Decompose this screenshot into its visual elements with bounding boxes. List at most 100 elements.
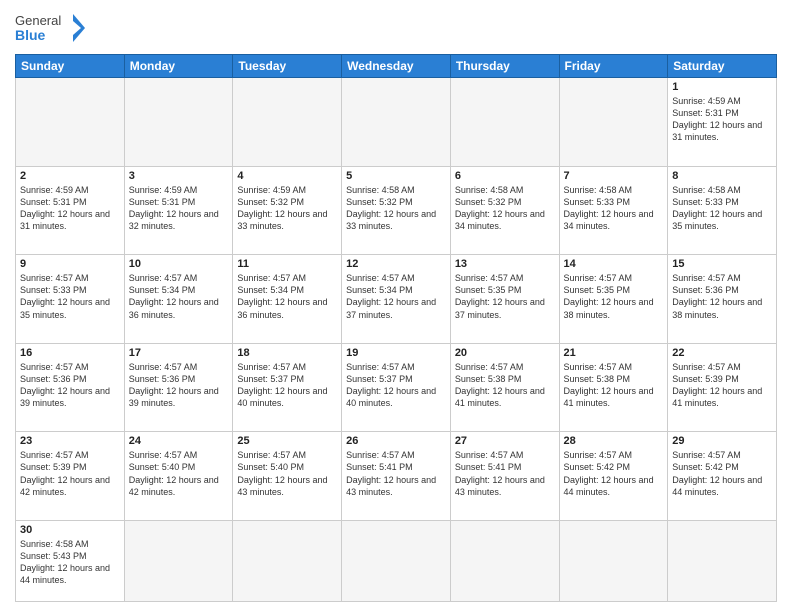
- day-info: Sunrise: 4:57 AM Sunset: 5:36 PM Dayligh…: [20, 361, 120, 410]
- calendar-cell: 22 Sunrise: 4:57 AM Sunset: 5:39 PM Dayli…: [668, 343, 777, 432]
- calendar-cell: 30 Sunrise: 4:58 AM Sunset: 5:43 PM Dayli…: [16, 520, 125, 601]
- weekday-header-saturday: Saturday: [668, 55, 777, 78]
- day-info: Sunrise: 4:58 AM Sunset: 5:33 PM Dayligh…: [672, 184, 772, 233]
- calendar-cell: 13 Sunrise: 4:57 AM Sunset: 5:35 PM Dayli…: [450, 255, 559, 344]
- day-number: 7: [564, 170, 664, 182]
- day-info: Sunrise: 4:57 AM Sunset: 5:41 PM Dayligh…: [346, 449, 446, 498]
- day-info: Sunrise: 4:58 AM Sunset: 5:32 PM Dayligh…: [346, 184, 446, 233]
- calendar-cell: [124, 520, 233, 601]
- day-number: 18: [237, 347, 337, 359]
- day-info: Sunrise: 4:57 AM Sunset: 5:37 PM Dayligh…: [237, 361, 337, 410]
- calendar-cell: 12 Sunrise: 4:57 AM Sunset: 5:34 PM Dayli…: [342, 255, 451, 344]
- day-info: Sunrise: 4:57 AM Sunset: 5:38 PM Dayligh…: [455, 361, 555, 410]
- day-number: 24: [129, 435, 229, 447]
- calendar-cell: [342, 78, 451, 167]
- calendar-cell: 18 Sunrise: 4:57 AM Sunset: 5:37 PM Dayli…: [233, 343, 342, 432]
- weekday-header-tuesday: Tuesday: [233, 55, 342, 78]
- day-number: 22: [672, 347, 772, 359]
- calendar-cell: 15 Sunrise: 4:57 AM Sunset: 5:36 PM Dayli…: [668, 255, 777, 344]
- day-info: Sunrise: 4:57 AM Sunset: 5:39 PM Dayligh…: [672, 361, 772, 410]
- day-number: 30: [20, 524, 120, 536]
- calendar-cell: 21Sunrise: 4:57 AM Sunset: 5:38 PM Dayli…: [559, 343, 668, 432]
- calendar-cell: 1 Sunrise: 4:59 AM Sunset: 5:31 PM Daylig…: [668, 78, 777, 167]
- calendar-cell: 6 Sunrise: 4:58 AM Sunset: 5:32 PM Daylig…: [450, 166, 559, 255]
- day-info: Sunrise: 4:57 AM Sunset: 5:37 PM Dayligh…: [346, 361, 446, 410]
- calendar-cell: 27Sunrise: 4:57 AM Sunset: 5:41 PM Dayli…: [450, 432, 559, 521]
- calendar-cell: 29Sunrise: 4:57 AM Sunset: 5:42 PM Dayli…: [668, 432, 777, 521]
- day-number: 8: [672, 170, 772, 182]
- day-info: Sunrise: 4:57 AM Sunset: 5:40 PM Dayligh…: [237, 449, 337, 498]
- day-info: Sunrise: 4:57 AM Sunset: 5:33 PM Dayligh…: [20, 272, 120, 321]
- calendar-cell: 25 Sunrise: 4:57 AM Sunset: 5:40 PM Dayli…: [233, 432, 342, 521]
- day-number: 26: [346, 435, 446, 447]
- page: General Blue SundayMondayTuesdayWednesda…: [0, 0, 792, 612]
- calendar-cell: 7 Sunrise: 4:58 AM Sunset: 5:33 PM Daylig…: [559, 166, 668, 255]
- day-number: 9: [20, 258, 120, 270]
- calendar-cell: 20 Sunrise: 4:57 AM Sunset: 5:38 PM Dayli…: [450, 343, 559, 432]
- calendar-cell: 24 Sunrise: 4:57 AM Sunset: 5:40 PM Dayli…: [124, 432, 233, 521]
- calendar-cell: [668, 520, 777, 601]
- day-number: 11: [237, 258, 337, 270]
- calendar-cell: [559, 520, 668, 601]
- calendar-cell: [233, 78, 342, 167]
- calendar-cell: 17Sunrise: 4:57 AM Sunset: 5:36 PM Dayli…: [124, 343, 233, 432]
- weekday-header-sunday: Sunday: [16, 55, 125, 78]
- weekday-header-wednesday: Wednesday: [342, 55, 451, 78]
- day-number: 29: [672, 435, 772, 447]
- day-info: Sunrise: 4:57 AM Sunset: 5:35 PM Dayligh…: [564, 272, 664, 321]
- day-number: 27: [455, 435, 555, 447]
- day-number: 28: [564, 435, 664, 447]
- day-info: Sunrise: 4:59 AM Sunset: 5:31 PM Dayligh…: [672, 95, 772, 144]
- day-info: Sunrise: 4:58 AM Sunset: 5:33 PM Dayligh…: [564, 184, 664, 233]
- logo: General Blue: [15, 10, 85, 46]
- day-number: 16: [20, 347, 120, 359]
- svg-text:General: General: [15, 13, 61, 28]
- day-number: 21: [564, 347, 664, 359]
- calendar-cell: 23 Sunrise: 4:57 AM Sunset: 5:39 PM Dayli…: [16, 432, 125, 521]
- day-number: 25: [237, 435, 337, 447]
- calendar-table: SundayMondayTuesdayWednesdayThursdayFrid…: [15, 54, 777, 602]
- calendar-cell: 19 Sunrise: 4:57 AM Sunset: 5:37 PM Dayli…: [342, 343, 451, 432]
- day-number: 20: [455, 347, 555, 359]
- day-number: 1: [672, 81, 772, 93]
- calendar-cell: 10 Sunrise: 4:57 AM Sunset: 5:34 PM Dayli…: [124, 255, 233, 344]
- day-number: 2: [20, 170, 120, 182]
- day-info: Sunrise: 4:57 AM Sunset: 5:36 PM Dayligh…: [129, 361, 229, 410]
- day-info: Sunrise: 4:57 AM Sunset: 5:35 PM Dayligh…: [455, 272, 555, 321]
- day-info: Sunrise: 4:59 AM Sunset: 5:31 PM Dayligh…: [20, 184, 120, 233]
- weekday-header-thursday: Thursday: [450, 55, 559, 78]
- day-info: Sunrise: 4:58 AM Sunset: 5:32 PM Dayligh…: [455, 184, 555, 233]
- day-number: 4: [237, 170, 337, 182]
- weekday-header-monday: Monday: [124, 55, 233, 78]
- day-number: 23: [20, 435, 120, 447]
- day-number: 5: [346, 170, 446, 182]
- day-number: 15: [672, 258, 772, 270]
- day-number: 10: [129, 258, 229, 270]
- calendar-cell: [16, 78, 125, 167]
- svg-text:Blue: Blue: [15, 27, 46, 43]
- weekday-header-friday: Friday: [559, 55, 668, 78]
- calendar-cell: 3Sunrise: 4:59 AM Sunset: 5:31 PM Daylig…: [124, 166, 233, 255]
- day-info: Sunrise: 4:57 AM Sunset: 5:34 PM Dayligh…: [129, 272, 229, 321]
- day-info: Sunrise: 4:57 AM Sunset: 5:34 PM Dayligh…: [237, 272, 337, 321]
- day-number: 3: [129, 170, 229, 182]
- calendar-cell: 5 Sunrise: 4:58 AM Sunset: 5:32 PM Daylig…: [342, 166, 451, 255]
- calendar-cell: 4 Sunrise: 4:59 AM Sunset: 5:32 PM Daylig…: [233, 166, 342, 255]
- calendar-cell: [233, 520, 342, 601]
- day-info: Sunrise: 4:58 AM Sunset: 5:43 PM Dayligh…: [20, 538, 120, 587]
- calendar-cell: 16 Sunrise: 4:57 AM Sunset: 5:36 PM Dayli…: [16, 343, 125, 432]
- day-info: Sunrise: 4:57 AM Sunset: 5:34 PM Dayligh…: [346, 272, 446, 321]
- calendar-cell: [559, 78, 668, 167]
- calendar-cell: [342, 520, 451, 601]
- day-number: 12: [346, 258, 446, 270]
- day-number: 13: [455, 258, 555, 270]
- day-info: Sunrise: 4:59 AM Sunset: 5:32 PM Dayligh…: [237, 184, 337, 233]
- calendar-cell: [450, 78, 559, 167]
- day-info: Sunrise: 4:57 AM Sunset: 5:36 PM Dayligh…: [672, 272, 772, 321]
- header: General Blue: [15, 10, 777, 46]
- day-number: 19: [346, 347, 446, 359]
- day-info: Sunrise: 4:57 AM Sunset: 5:39 PM Dayligh…: [20, 449, 120, 498]
- day-info: Sunrise: 4:57 AM Sunset: 5:40 PM Dayligh…: [129, 449, 229, 498]
- day-number: 6: [455, 170, 555, 182]
- calendar-cell: 2 Sunrise: 4:59 AM Sunset: 5:31 PM Daylig…: [16, 166, 125, 255]
